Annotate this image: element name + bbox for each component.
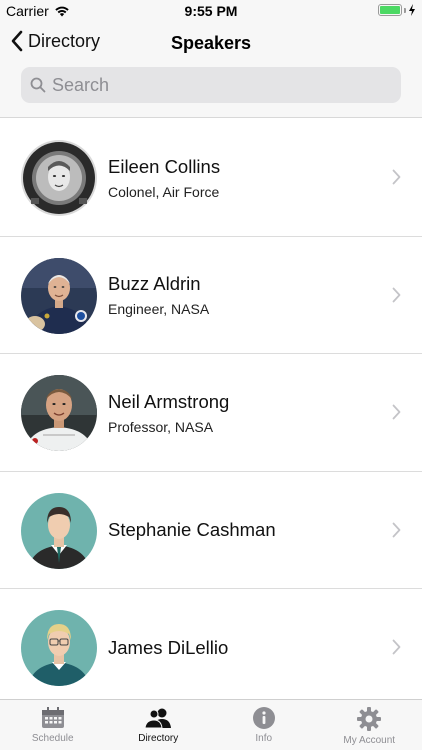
speaker-info: Buzz Aldrin Engineer, NASA bbox=[108, 237, 209, 354]
page-title: Speakers bbox=[170, 33, 252, 53]
tab-info[interactable]: Info bbox=[211, 700, 317, 750]
chevron-right-icon bbox=[392, 639, 401, 655]
tab-bar: Schedule Directory Info My Account bbox=[0, 699, 422, 750]
speaker-row-neil-armstrong[interactable]: Neil Armstrong Professor, NASA bbox=[0, 354, 422, 472]
charging-bolt-icon bbox=[409, 4, 415, 16]
status-bar: Carrier 9:55 PM bbox=[0, 0, 422, 22]
tab-directory[interactable]: Directory bbox=[106, 700, 212, 750]
astronaut-suit-photo bbox=[21, 257, 97, 334]
people-icon bbox=[145, 708, 172, 729]
chevron-right-icon bbox=[392, 169, 401, 185]
speaker-name: Eileen Collins bbox=[108, 155, 221, 177]
speaker-name: Buzz Aldrin bbox=[108, 273, 201, 294]
speaker-info: Stephanie Cashman bbox=[108, 472, 276, 589]
status-time: 9:55 PM bbox=[184, 3, 238, 19]
gear-icon bbox=[357, 707, 382, 731]
tab-label: Directory bbox=[138, 733, 179, 744]
chevron-right-icon bbox=[392, 287, 401, 302]
speaker-name: Stephanie Cashman bbox=[108, 519, 276, 540]
speaker-row-buzz-aldrin[interactable]: Buzz Aldrin Engineer, NASA bbox=[0, 237, 422, 354]
calendar-icon bbox=[41, 707, 64, 728]
avatar bbox=[21, 140, 97, 216]
speaker-list: Eileen Collins Colonel, Air Force Buzz A… bbox=[0, 119, 422, 699]
speaker-name: Neil Armstrong bbox=[108, 390, 230, 412]
speaker-title: Colonel, Air Force bbox=[108, 183, 220, 200]
search-icon bbox=[30, 77, 46, 93]
tab-label: My Account bbox=[343, 735, 396, 746]
search-bar[interactable] bbox=[21, 67, 401, 103]
chevron-right-icon bbox=[392, 404, 401, 420]
avatar-placeholder-blond-glasses bbox=[21, 610, 97, 686]
tab-label: Schedule bbox=[31, 733, 74, 744]
speaker-title: Professor, NASA bbox=[108, 418, 214, 435]
avatar bbox=[21, 492, 97, 569]
avatar-placeholder-dark-hair bbox=[21, 492, 97, 569]
speaker-name: James DiLellio bbox=[108, 636, 229, 658]
info-icon bbox=[252, 707, 275, 729]
speaker-title: Engineer, NASA bbox=[108, 301, 210, 317]
speaker-row-james-dilellio[interactable]: James DiLellio bbox=[0, 589, 422, 699]
chevron-right-icon bbox=[392, 522, 401, 537]
navigation-bar: Directory Speakers bbox=[0, 22, 422, 118]
avatar bbox=[21, 375, 97, 451]
speaker-row-eileen-collins[interactable]: Eileen Collins Colonel, Air Force bbox=[0, 119, 422, 237]
speaker-info: James DiLellio bbox=[108, 589, 228, 699]
tab-my-account[interactable]: My Account bbox=[317, 700, 422, 750]
speaker-info: Eileen Collins Colonel, Air Force bbox=[108, 119, 220, 236]
search-input[interactable] bbox=[52, 74, 382, 96]
speaker-info: Neil Armstrong Professor, NASA bbox=[108, 354, 229, 471]
avatar bbox=[21, 610, 97, 686]
tab-label: Info bbox=[255, 733, 273, 744]
battery-icon bbox=[378, 4, 416, 16]
avatar bbox=[21, 257, 97, 334]
astronaut-portrait-photo bbox=[21, 375, 97, 451]
astronaut-helmet-photo bbox=[21, 140, 97, 216]
tab-schedule[interactable]: Schedule bbox=[0, 700, 106, 750]
speaker-row-stephanie-cashman[interactable]: Stephanie Cashman bbox=[0, 472, 422, 589]
